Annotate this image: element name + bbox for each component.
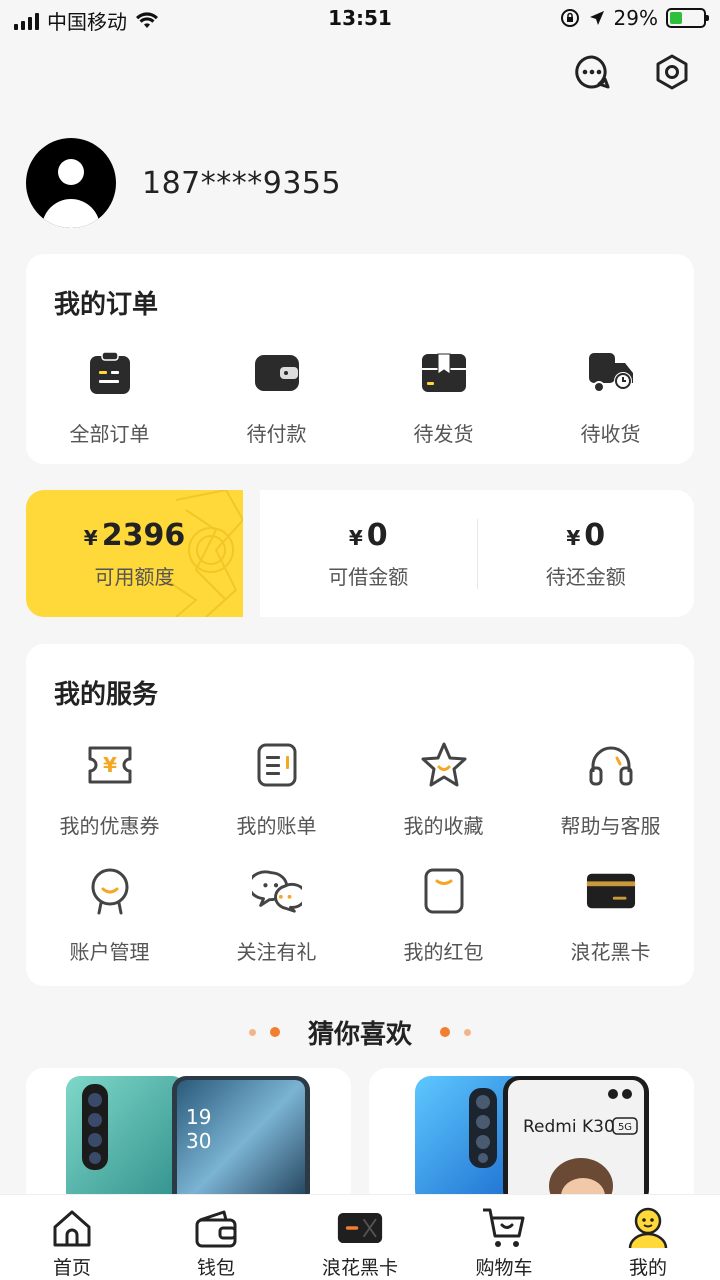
order-to-receive-button[interactable]: 待收货: [527, 348, 694, 447]
service-account-label: 账户管理: [69, 940, 150, 964]
product-image: 19 30: [66, 1076, 310, 1198]
black-card-icon: [337, 1212, 383, 1244]
wallet-icon: [254, 355, 299, 391]
battery-percent: 29%: [613, 6, 658, 30]
service-red-packet-label: 我的红包: [403, 940, 484, 964]
headset-icon: [589, 746, 632, 786]
home-icon: [53, 1210, 91, 1247]
product-image: Redmi K30 5G: [415, 1076, 649, 1198]
orders-card: 我的订单 全部订单 待付款 待发货 待收货: [26, 254, 694, 464]
order-unpaid-button[interactable]: 待付款: [193, 348, 360, 447]
borrowable-amount[interactable]: ¥ 0 可借金额: [260, 518, 477, 590]
borrowable-value: 0: [366, 517, 388, 553]
bottom-tab-bar: 首页 钱包 浪花黑卡 购物车 我的: [0, 1194, 720, 1280]
message-icon[interactable]: [572, 52, 612, 92]
orders-title: 我的订单: [54, 290, 159, 320]
repay-label: 待还金额: [545, 564, 626, 589]
service-favorites-label: 我的收藏: [403, 814, 484, 838]
product-badge: 5G: [618, 1122, 632, 1133]
svg-text:30: 30: [186, 1129, 211, 1153]
service-help-button[interactable]: 帮助与客服: [527, 740, 694, 839]
decor-dot: [269, 1027, 280, 1037]
service-red-packet-button[interactable]: 我的红包: [360, 866, 527, 965]
order-to-ship-label: 待发货: [413, 422, 474, 446]
settings-icon[interactable]: [652, 52, 692, 92]
red-packet-icon: [424, 868, 463, 914]
available-credit-label: 可用额度: [94, 564, 175, 589]
coupon-icon: ¥: [88, 746, 131, 784]
svg-text:19: 19: [186, 1105, 211, 1129]
decor-dot: [464, 1028, 471, 1036]
product-card-1[interactable]: 19 30: [26, 1068, 351, 1198]
order-all-button[interactable]: 全部订单: [26, 348, 193, 447]
currency-symbol: ¥: [83, 525, 98, 550]
decor-dot: [248, 1028, 256, 1036]
currency-symbol: ¥: [348, 525, 363, 550]
available-credit-panel[interactable]: ¥ 2396 可用额度: [26, 490, 243, 617]
service-help-label: 帮助与客服: [560, 814, 661, 838]
service-coupon-label: 我的优惠券: [59, 814, 160, 838]
tab-me[interactable]: 我的: [576, 1195, 720, 1280]
order-to-ship-button[interactable]: 待发货: [360, 348, 527, 447]
clipboard-icon: [89, 351, 130, 394]
service-follow-label: 关注有礼: [236, 940, 317, 964]
tab-cart[interactable]: 购物车: [432, 1195, 576, 1280]
bill-icon: [257, 743, 296, 787]
credit-summary: ¥ 2396 可用额度 ¥ 0 可借金额 ¥ 0 待还金额: [26, 490, 694, 617]
pattern-decoration: [165, 490, 243, 617]
service-bill-button[interactable]: 我的账单: [193, 740, 360, 839]
service-black-card-button[interactable]: 浪花黑卡: [527, 866, 694, 965]
truck-icon: [588, 353, 633, 393]
services-card: 我的服务 ¥ 我的优惠券 我的账单 我的收藏 帮助与客服 账户管理 关注有礼 我…: [26, 644, 694, 986]
tab-black-card-label: 浪花黑卡: [321, 1257, 398, 1279]
available-credit-value: 2396: [101, 517, 186, 553]
service-bill-label: 我的账单: [236, 814, 317, 838]
currency-symbol: ¥: [566, 525, 581, 550]
tab-home[interactable]: 首页: [0, 1195, 144, 1280]
service-coupon-button[interactable]: ¥ 我的优惠券: [26, 740, 193, 839]
user-phone: 187****9355: [142, 165, 342, 201]
order-all-label: 全部订单: [69, 422, 150, 446]
service-black-card-label: 浪花黑卡: [570, 940, 651, 964]
wallet-icon: [195, 1210, 237, 1248]
wechat-icon: [251, 870, 302, 913]
location-icon: [589, 11, 604, 25]
tab-me-label: 我的: [628, 1257, 667, 1279]
battery-icon: [666, 8, 709, 28]
default-user-icon: [42, 159, 100, 228]
star-icon: [421, 742, 466, 787]
order-unpaid-label: 待付款: [246, 422, 307, 446]
services-title: 我的服务: [54, 680, 159, 710]
black-card-icon: [586, 873, 635, 909]
service-follow-button[interactable]: 关注有礼: [193, 866, 360, 965]
tab-black-card[interactable]: 浪花黑卡: [288, 1195, 432, 1280]
account-icon: [91, 868, 128, 915]
repay-amount[interactable]: ¥ 0 待还金额: [478, 518, 695, 590]
guess-title: 猜你喜欢: [307, 1019, 412, 1050]
tab-home-label: 首页: [52, 1257, 91, 1279]
order-to-receive-label: 待收货: [580, 422, 641, 446]
package-icon: [421, 353, 466, 392]
borrowable-label: 可借金额: [328, 564, 409, 589]
tab-wallet[interactable]: 钱包: [144, 1195, 288, 1280]
cart-icon: [483, 1208, 525, 1247]
svg-text:¥: ¥: [103, 753, 117, 777]
status-bar: 中国移动 13:51 29%: [0, 0, 720, 38]
product-card-2[interactable]: Redmi K30 5G: [369, 1068, 694, 1198]
repay-value: 0: [584, 517, 606, 553]
guess-header: 猜你喜欢: [0, 1012, 720, 1052]
service-account-button[interactable]: 账户管理: [26, 866, 193, 965]
product-brand-text: Redmi K30: [523, 1117, 615, 1137]
tab-cart-label: 购物车: [475, 1257, 533, 1279]
user-icon: [628, 1207, 668, 1249]
rotation-lock-icon: [560, 9, 579, 27]
tab-wallet-label: 钱包: [196, 1257, 235, 1279]
decor-dot: [440, 1027, 450, 1037]
service-favorites-button[interactable]: 我的收藏: [360, 740, 527, 839]
avatar[interactable]: [26, 138, 116, 228]
profile-header[interactable]: 187****9355: [26, 138, 341, 228]
